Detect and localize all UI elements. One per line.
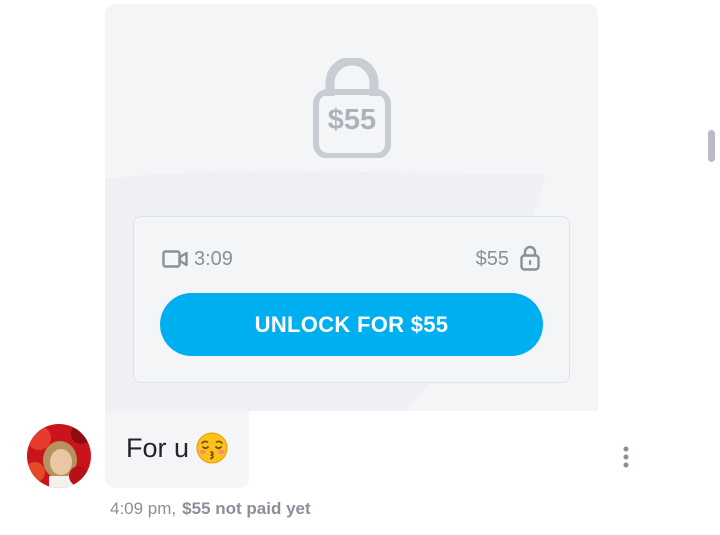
scrollbar-thumb[interactable] — [708, 130, 715, 162]
video-camera-icon — [162, 250, 188, 268]
user-avatar-photo — [27, 424, 91, 488]
locked-media-card: $55 3:09 $55 UNLOCK FOR $55 — [105, 4, 598, 411]
media-info-box: 3:09 $55 UNLOCK FOR $55 — [133, 216, 570, 383]
kissing-face-emoji — [196, 432, 228, 464]
media-price: $55 — [475, 248, 509, 270]
more-options-button[interactable] — [615, 444, 637, 470]
avatar[interactable] — [27, 424, 91, 488]
more-vertical-icon — [623, 446, 629, 468]
unlock-button[interactable]: UNLOCK FOR $55 — [160, 293, 543, 356]
padlock-icon — [520, 245, 540, 271]
message-bubble: For u — [105, 411, 249, 488]
video-duration: 3:09 — [194, 248, 233, 270]
message-meta: 4:09 pm, $55 not paid yet — [110, 499, 311, 519]
message-time: 4:09 pm, — [110, 499, 177, 518]
message-text: For u — [126, 433, 190, 463]
payment-status: $55 not paid yet — [182, 499, 311, 518]
lock-price: $55 — [327, 104, 377, 136]
